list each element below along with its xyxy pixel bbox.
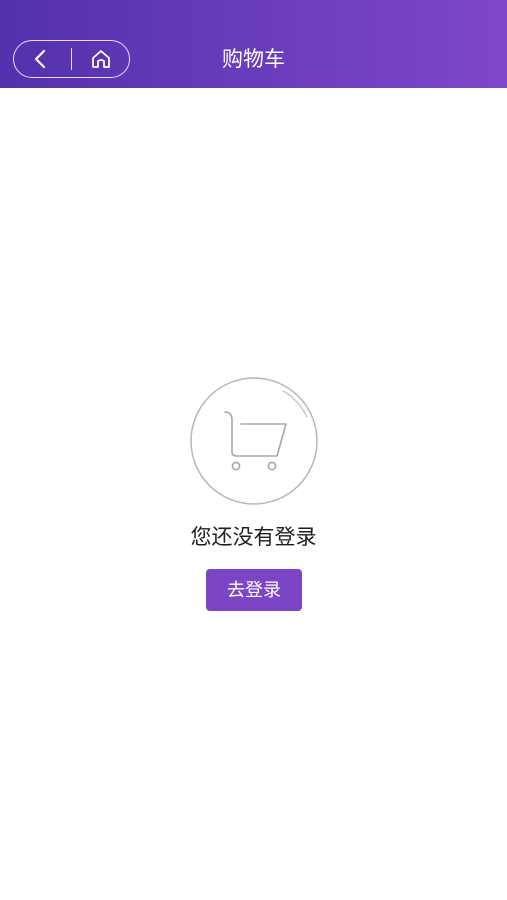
illustration-circle <box>190 377 318 505</box>
empty-cart-illustration <box>190 377 318 505</box>
shopping-cart-icon <box>224 411 287 471</box>
cart-wheel-left <box>231 461 241 471</box>
empty-state-message: 您还没有登录 <box>190 526 317 549</box>
top-nav-bar: 购物车 <box>0 0 507 88</box>
illustration-highlight-arc <box>282 390 308 418</box>
cart-wheel-right <box>267 461 277 471</box>
login-button[interactable]: 去登录 <box>206 569 302 611</box>
page-title: 购物车 <box>222 48 285 71</box>
